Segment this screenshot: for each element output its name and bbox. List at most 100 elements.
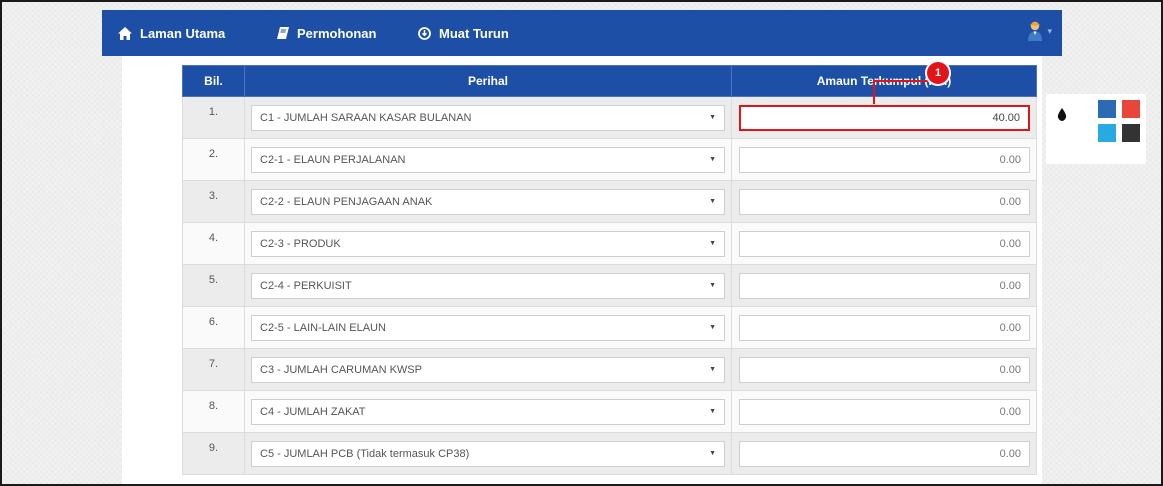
amaun-input[interactable]: 0.00: [739, 356, 1030, 383]
perihal-select[interactable]: C5 - JUMLAH PCB (Tidak termasuk CP38) ▼: [251, 440, 725, 467]
amaun-input[interactable]: 0.00: [739, 188, 1030, 215]
table-row: 5. C2-4 - PERKUISIT ▼ 0.00: [182, 264, 1037, 307]
dropdown-arrow-icon: ▼: [709, 240, 716, 247]
amaun-input[interactable]: 0.00: [739, 314, 1030, 341]
perihal-select[interactable]: C2-4 - PERKUISIT ▼: [251, 272, 725, 299]
amaun-input[interactable]: 40.00: [739, 104, 1030, 131]
book-icon: [277, 27, 289, 39]
perihal-cell: C2-5 - LAIN-LAIN ELAUN ▼: [244, 306, 732, 349]
perihal-select[interactable]: C3 - JUMLAH CARUMAN KWSP ▼: [251, 356, 725, 383]
dropdown-arrow-icon: ▼: [709, 114, 716, 121]
dropdown-arrow-icon: ▼: [709, 282, 716, 289]
perihal-select[interactable]: C2-2 - ELAUN PENJAGAAN ANAK ▼: [251, 188, 725, 215]
perihal-cell: C4 - JUMLAH ZAKAT ▼: [244, 390, 732, 433]
dropdown-arrow-icon: ▼: [709, 198, 716, 205]
bil-cell: 8.: [182, 390, 245, 433]
amaun-input[interactable]: 0.00: [739, 230, 1030, 257]
select-value: C1 - JUMLAH SARAAN KASAR BULANAN: [260, 111, 472, 124]
perihal-cell: C2-4 - PERKUISIT ▼: [244, 264, 732, 307]
color-drop-icon: [1057, 107, 1067, 121]
table-row: 9. C5 - JUMLAH PCB (Tidak termasuk CP38)…: [182, 432, 1037, 475]
select-value: C2-2 - ELAUN PENJAGAAN ANAK: [260, 195, 433, 208]
callout-pointer-line: [873, 80, 931, 82]
perihal-cell: C5 - JUMLAH PCB (Tidak termasuk CP38) ▼: [244, 432, 732, 475]
dropdown-arrow-icon: ▼: [709, 450, 716, 457]
perihal-cell: C1 - JUMLAH SARAAN KASAR BULANAN ▼: [244, 96, 732, 139]
theme-switcher-panel: [1046, 94, 1146, 164]
amaun-cell: 0.00: [731, 222, 1037, 265]
table-row: 2. C2-1 - ELAUN PERJALANAN ▼ 0.00: [182, 138, 1037, 181]
bil-cell: 4.: [182, 222, 245, 265]
dropdown-arrow-icon: ▼: [709, 366, 716, 373]
bil-cell: 9.: [182, 432, 245, 475]
amaun-cell: 0.00: [731, 390, 1037, 433]
content-card: Bil. Perihal Amaun Terkumpul (RM) 1. C1 …: [122, 56, 1042, 484]
dropdown-arrow-icon: ▼: [709, 324, 716, 331]
bil-cell: 2.: [182, 138, 245, 181]
amaun-cell: 40.00: [731, 96, 1037, 139]
perihal-select[interactable]: C2-5 - LAIN-LAIN ELAUN ▼: [251, 314, 725, 341]
home-icon: [118, 26, 132, 40]
perihal-cell: C2-1 - ELAUN PERJALANAN ▼: [244, 138, 732, 181]
table-row: 6. C2-5 - LAIN-LAIN ELAUN ▼ 0.00: [182, 306, 1037, 349]
select-value: C4 - JUMLAH ZAKAT: [260, 405, 366, 418]
amaun-input[interactable]: 0.00: [739, 398, 1030, 425]
theme-toggle[interactable]: [1046, 94, 1078, 134]
table-row: 3. C2-2 - ELAUN PENJAGAAN ANAK ▼ 0.00: [182, 180, 1037, 223]
select-value: C2-4 - PERKUISIT: [260, 279, 352, 292]
callout-badge: 1: [927, 62, 949, 84]
perihal-cell: C2-2 - ELAUN PENJAGAAN ANAK ▼: [244, 180, 732, 223]
perihal-select[interactable]: C1 - JUMLAH SARAAN KASAR BULANAN ▼: [251, 104, 725, 131]
nav-label: Permohonan: [297, 25, 377, 41]
header-bil: Bil.: [182, 65, 245, 97]
select-value: C2-3 - PRODUK: [260, 237, 341, 250]
perihal-select[interactable]: C4 - JUMLAH ZAKAT ▼: [251, 398, 725, 425]
dropdown-arrow-icon: ▼: [709, 408, 716, 415]
amaun-input[interactable]: 0.00: [739, 146, 1030, 173]
user-menu[interactable]: ▾: [1027, 21, 1052, 41]
download-icon: [418, 26, 431, 40]
top-navbar: Laman Utama Permohonan Muat Turun ▾: [102, 10, 1062, 56]
header-perihal: Perihal: [244, 65, 732, 97]
user-avatar-icon: [1028, 21, 1043, 41]
table-row: 7. C3 - JUMLAH CARUMAN KWSP ▼ 0.00: [182, 348, 1037, 391]
select-value: C2-1 - ELAUN PERJALANAN: [260, 153, 406, 166]
amaun-cell: 0.00: [731, 264, 1037, 307]
nav-laman-utama[interactable]: Laman Utama: [118, 10, 225, 56]
bil-cell: 3.: [182, 180, 245, 223]
theme-swatch-red[interactable]: [1122, 100, 1140, 118]
select-value: C2-5 - LAIN-LAIN ELAUN: [260, 321, 386, 334]
bil-cell: 5.: [182, 264, 245, 307]
amaun-input[interactable]: 0.00: [739, 272, 1030, 299]
select-value: C3 - JUMLAH CARUMAN KWSP: [260, 363, 422, 376]
dropdown-arrow-icon: ▼: [709, 156, 716, 163]
amaun-cell: 0.00: [731, 180, 1037, 223]
nav-permohonan[interactable]: Permohonan: [277, 10, 376, 56]
callout-pointer-line: [873, 80, 875, 104]
amaun-cell: 0.00: [731, 432, 1037, 475]
select-value: C5 - JUMLAH PCB (Tidak termasuk CP38): [260, 447, 470, 460]
chevron-down-icon: ▾: [1047, 25, 1052, 36]
perihal-cell: C3 - JUMLAH CARUMAN KWSP ▼: [244, 348, 732, 391]
table-row: 8. C4 - JUMLAH ZAKAT ▼ 0.00: [182, 390, 1037, 433]
amaun-input[interactable]: 0.00: [739, 440, 1030, 467]
theme-swatch-blue[interactable]: [1098, 100, 1116, 118]
bil-cell: 1.: [182, 96, 245, 139]
theme-swatch-dark[interactable]: [1122, 124, 1140, 142]
nav-label: Laman Utama: [140, 25, 226, 41]
table-row: 4. C2-3 - PRODUK ▼ 0.00: [182, 222, 1037, 265]
screenshot-frame: Laman Utama Permohonan Muat Turun ▾ Bil.…: [0, 0, 1163, 486]
bil-cell: 6.: [182, 306, 245, 349]
perihal-cell: C2-3 - PRODUK ▼: [244, 222, 732, 265]
perihal-select[interactable]: C2-1 - ELAUN PERJALANAN ▼: [251, 146, 725, 173]
amaun-cell: 0.00: [731, 306, 1037, 349]
income-table: Bil. Perihal Amaun Terkumpul (RM) 1. C1 …: [182, 65, 1037, 475]
bil-cell: 7.: [182, 348, 245, 391]
table-row: 1. C1 - JUMLAH SARAAN KASAR BULANAN ▼ 40.…: [182, 96, 1037, 139]
nav-muat-turun[interactable]: Muat Turun: [418, 10, 509, 56]
nav-label: Muat Turun: [439, 25, 509, 41]
theme-swatch-lightblue[interactable]: [1098, 124, 1116, 142]
perihal-select[interactable]: C2-3 - PRODUK ▼: [251, 230, 725, 257]
amaun-cell: 0.00: [731, 138, 1037, 181]
amaun-cell: 0.00: [731, 348, 1037, 391]
